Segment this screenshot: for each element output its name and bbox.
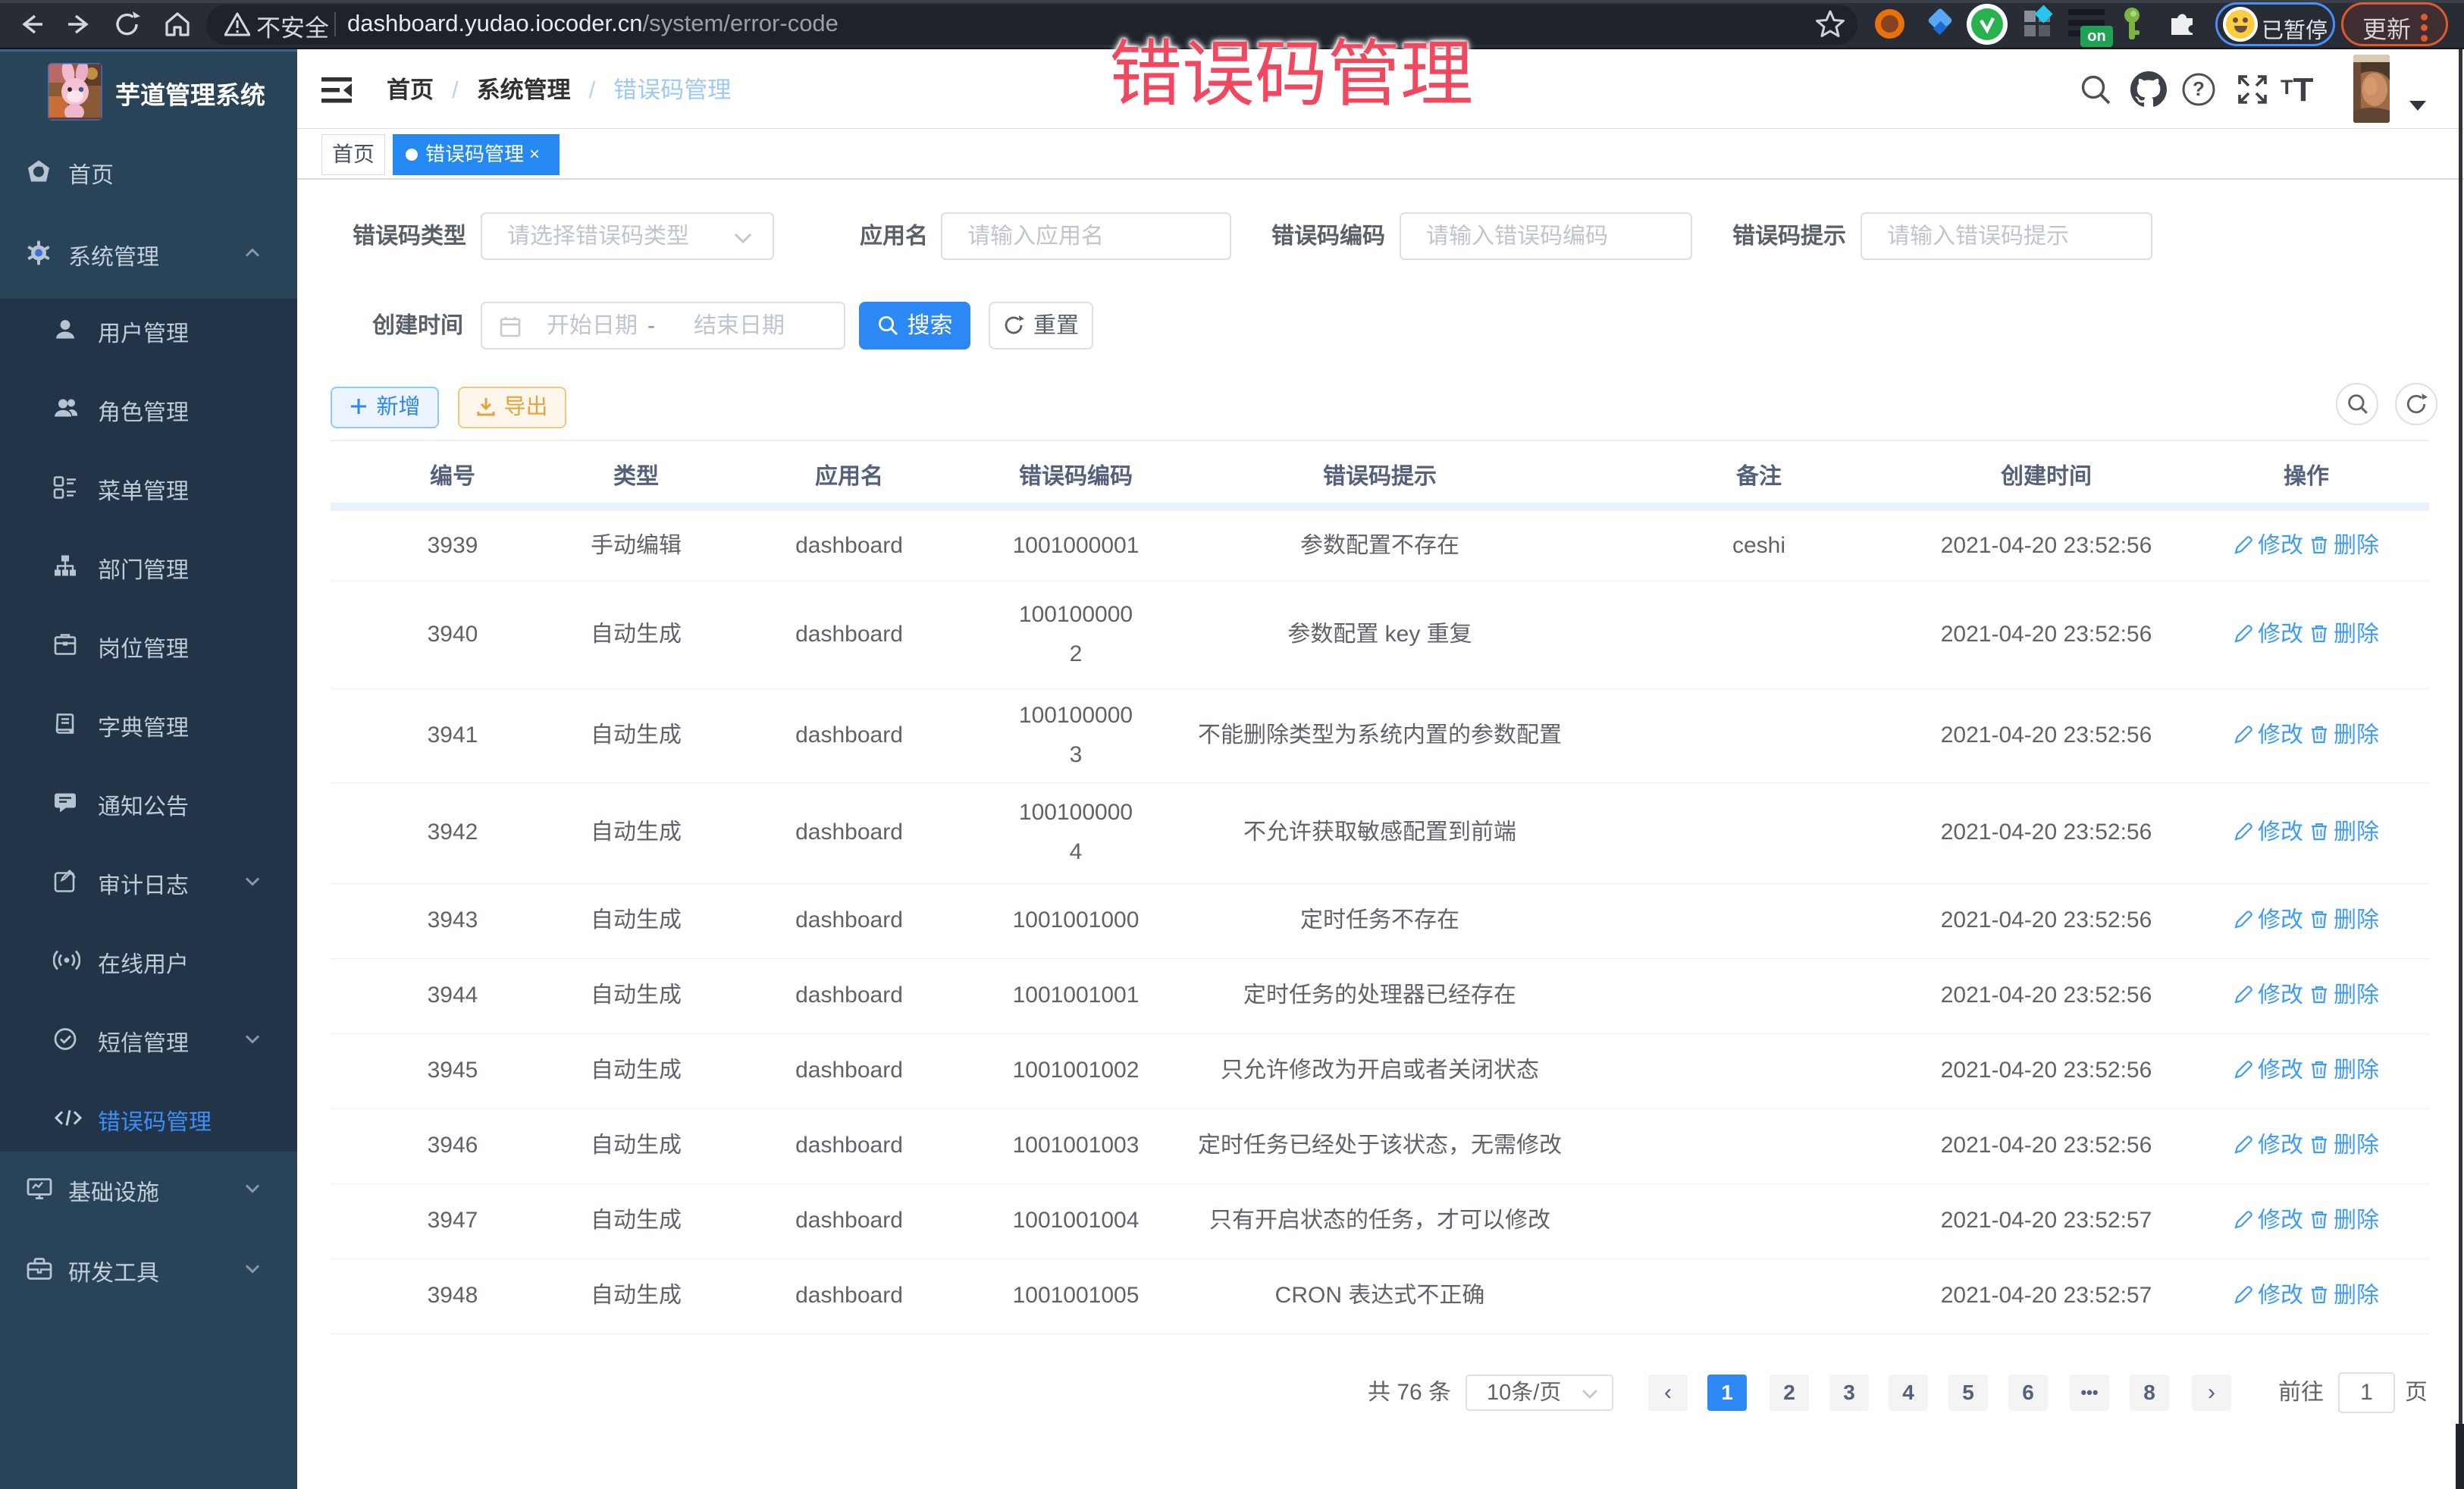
svg-text:?: ? [2193, 77, 2205, 100]
